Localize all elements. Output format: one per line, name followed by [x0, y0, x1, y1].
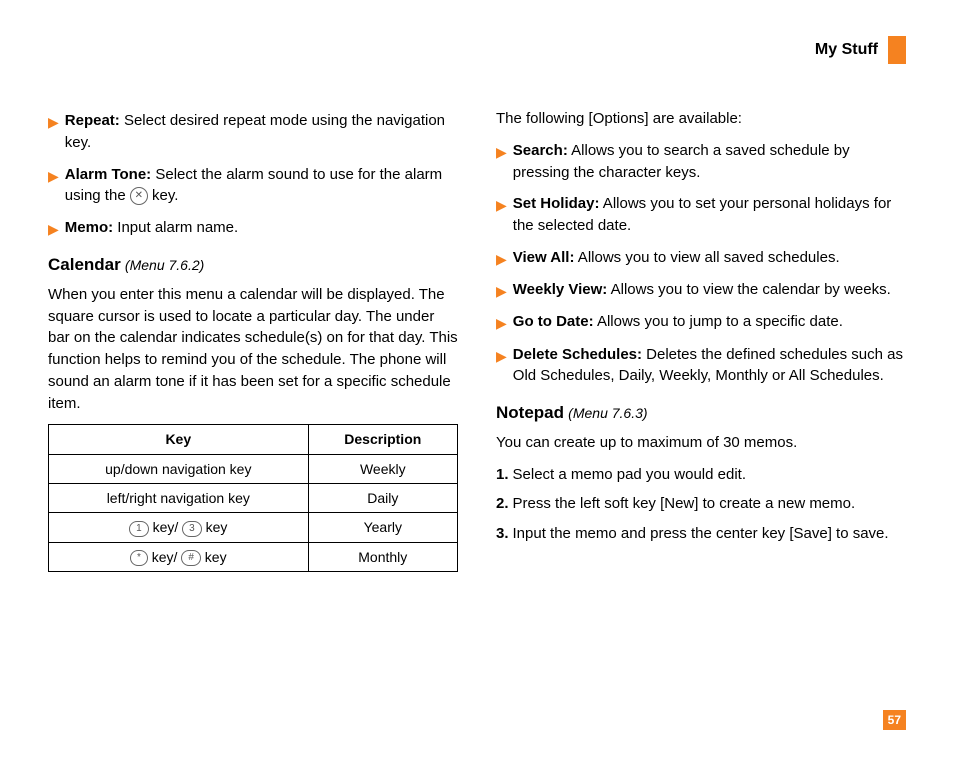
calendar-description: When you enter this menu a calendar will…: [48, 284, 458, 415]
key-3-icon: 3: [182, 521, 202, 537]
item-label: Delete Schedules:: [513, 346, 642, 363]
notepad-description: You can create up to maximum of 30 memos…: [496, 432, 906, 454]
section-menu-ref: (Menu 7.6.3): [568, 405, 647, 421]
page-header: My Stuff: [48, 36, 906, 64]
table-cell-desc: Daily: [308, 484, 457, 513]
arrow-right-icon: ▶: [48, 112, 59, 154]
item-text: Search: Allows you to search a saved sch…: [513, 140, 906, 184]
list-item: ▶ Repeat: Select desired repeat mode usi…: [48, 110, 458, 154]
table-cell-key: left/right navigation key: [49, 484, 309, 513]
step-text: Press the left soft key [New] to create …: [513, 493, 856, 515]
arrow-right-icon: ▶: [496, 142, 507, 184]
item-label: Set Holiday:: [513, 195, 600, 212]
step-text: Select a memo pad you would edit.: [513, 464, 746, 486]
header-accent-block: [888, 36, 906, 64]
arrow-right-icon: ▶: [496, 346, 507, 388]
step-item: 2. Press the left soft key [New] to crea…: [496, 493, 906, 515]
key-hash-icon: #: [181, 550, 201, 566]
list-item: ▶ Go to Date: Allows you to jump to a sp…: [496, 311, 906, 333]
section-title: Notepad: [496, 403, 564, 422]
step-number: 1.: [496, 464, 509, 486]
item-text: Go to Date: Allows you to jump to a spec…: [513, 311, 843, 333]
table-cell-desc: Monthly: [308, 542, 457, 571]
page-number: 57: [883, 710, 906, 730]
list-item: ▶ View All: Allows you to view all saved…: [496, 247, 906, 269]
key-1-icon: 1: [129, 521, 149, 537]
list-item: ▶ Search: Allows you to search a saved s…: [496, 140, 906, 184]
ok-key-icon: ✕: [130, 187, 148, 205]
item-label: Search:: [513, 142, 568, 159]
item-text: Repeat: Select desired repeat mode using…: [65, 110, 458, 154]
step-item: 1. Select a memo pad you would edit.: [496, 464, 906, 486]
list-item: ▶ Memo: Input alarm name.: [48, 217, 458, 239]
table-cell-key: 1 key/ 3 key: [49, 513, 309, 542]
item-text: Memo: Input alarm name.: [65, 217, 238, 239]
list-item: ▶ Weekly View: Allows you to view the ca…: [496, 279, 906, 301]
item-label: Go to Date:: [513, 313, 594, 330]
section-heading-notepad: Notepad (Menu 7.6.3): [496, 401, 906, 426]
arrow-right-icon: ▶: [48, 166, 59, 208]
content-columns: ▶ Repeat: Select desired repeat mode usi…: [48, 104, 906, 572]
table-header-key: Key: [49, 425, 309, 454]
key-description-table: Key Description up/down navigation key W…: [48, 424, 458, 571]
arrow-right-icon: ▶: [496, 195, 507, 237]
key-star-icon: *: [130, 550, 148, 566]
table-row: 1 key/ 3 key Yearly: [49, 513, 458, 542]
item-label: Memo:: [65, 219, 113, 236]
section-title: Calendar: [48, 255, 121, 274]
arrow-right-icon: ▶: [496, 281, 507, 301]
item-text: Alarm Tone: Select the alarm sound to us…: [65, 164, 458, 208]
table-row: up/down navigation key Weekly: [49, 454, 458, 483]
table-cell-key: * key/ # key: [49, 542, 309, 571]
arrow-right-icon: ▶: [496, 313, 507, 333]
table-cell-desc: Weekly: [308, 454, 457, 483]
item-text: View All: Allows you to view all saved s…: [513, 247, 840, 269]
table-row: left/right navigation key Daily: [49, 484, 458, 513]
list-item: ▶ Delete Schedules: Deletes the defined …: [496, 344, 906, 388]
header-title: My Stuff: [815, 41, 878, 59]
item-text: Set Holiday: Allows you to set your pers…: [513, 193, 906, 237]
table-row: * key/ # key Monthly: [49, 542, 458, 571]
arrow-right-icon: ▶: [48, 219, 59, 239]
list-item: ▶ Alarm Tone: Select the alarm sound to …: [48, 164, 458, 208]
item-text: Delete Schedules: Deletes the defined sc…: [513, 344, 906, 388]
item-label: Weekly View:: [513, 281, 608, 298]
list-item: ▶ Set Holiday: Allows you to set your pe…: [496, 193, 906, 237]
left-column: ▶ Repeat: Select desired repeat mode usi…: [48, 104, 458, 572]
manual-page: My Stuff ▶ Repeat: Select desired repeat…: [0, 0, 954, 764]
step-item: 3. Input the memo and press the center k…: [496, 523, 906, 545]
table-cell-desc: Yearly: [308, 513, 457, 542]
table-cell-key: up/down navigation key: [49, 454, 309, 483]
arrow-right-icon: ▶: [496, 249, 507, 269]
section-heading-calendar: Calendar (Menu 7.6.2): [48, 253, 458, 278]
right-column: The following [Options] are available: ▶…: [496, 104, 906, 572]
step-text: Input the memo and press the center key …: [513, 523, 889, 545]
item-label: View All:: [513, 249, 575, 266]
item-text: Weekly View: Allows you to view the cale…: [513, 279, 891, 301]
table-header-description: Description: [308, 425, 457, 454]
options-intro: The following [Options] are available:: [496, 108, 906, 130]
section-menu-ref: (Menu 7.6.2): [125, 257, 204, 273]
item-label: Repeat:: [65, 112, 120, 129]
step-number: 2.: [496, 493, 509, 515]
step-number: 3.: [496, 523, 509, 545]
item-label: Alarm Tone:: [65, 166, 151, 183]
